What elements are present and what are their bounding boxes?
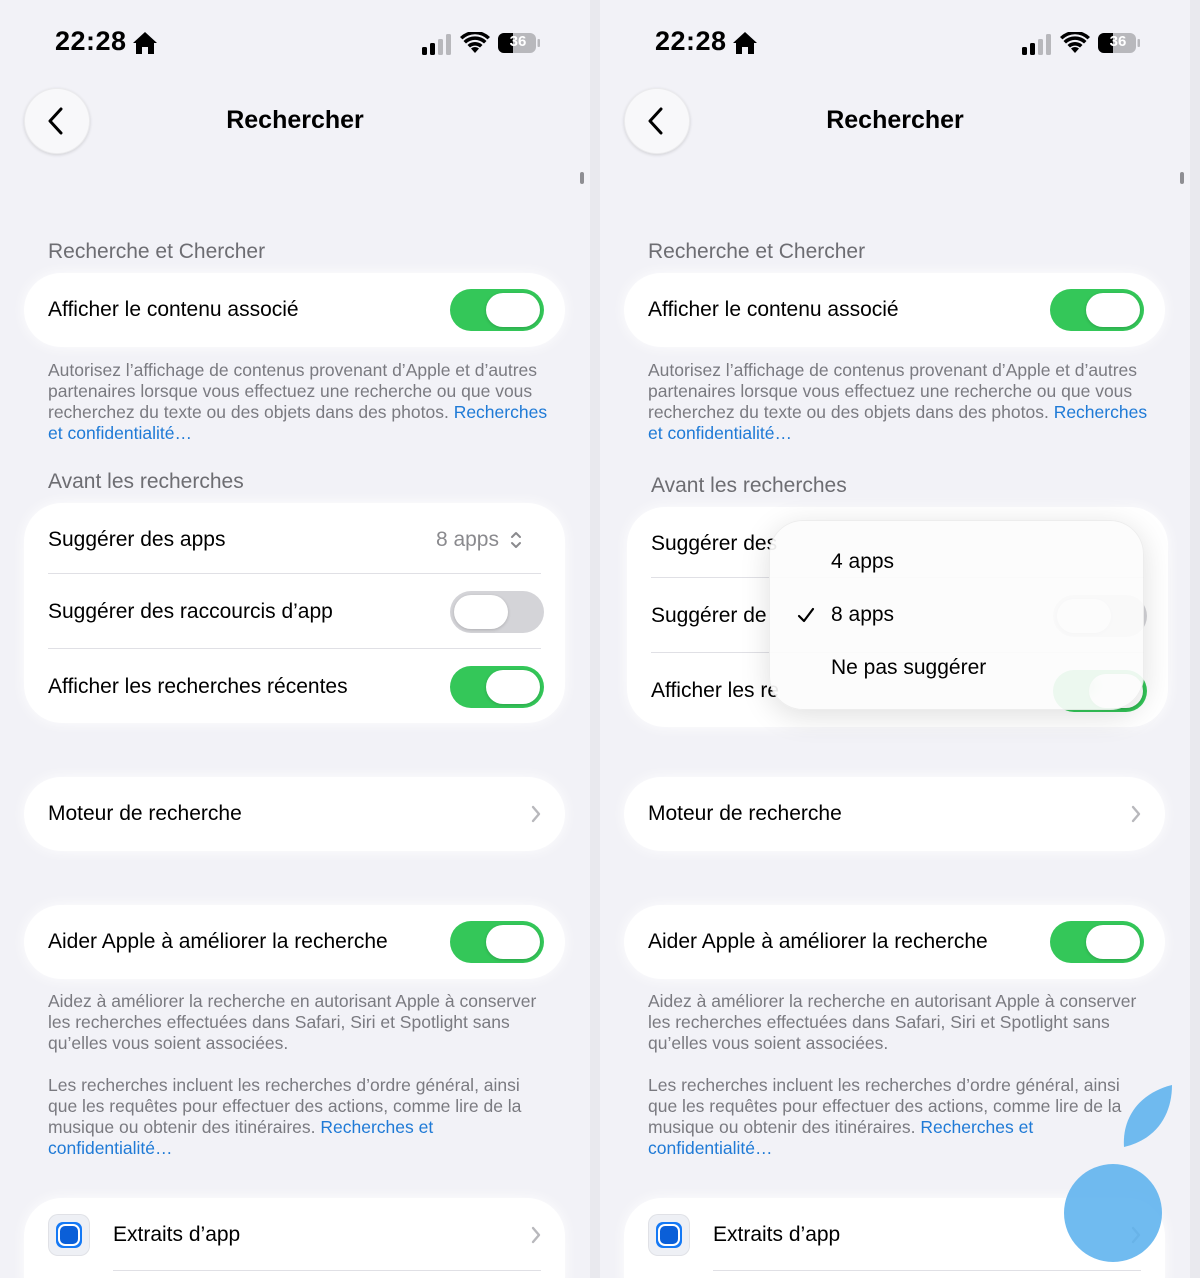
status-time: 22:28 — [55, 26, 127, 56]
related-footer: Autorisez l’affichage de contenus proven… — [648, 360, 1148, 444]
help-apple-toggle[interactable] — [1050, 921, 1144, 963]
row-recent-searches: Afficher les recherches récentes — [24, 650, 565, 724]
row-search-engine[interactable]: Moteur de recherche — [624, 777, 1165, 851]
chevron-right-icon — [531, 1226, 541, 1244]
show-related-toggle[interactable] — [450, 289, 544, 331]
section-header-before: Avant les recherches — [651, 474, 847, 497]
chevron-right-icon — [531, 805, 541, 823]
row-separator — [48, 573, 541, 574]
show-related-label: Afficher le contenu associé — [648, 298, 899, 321]
section-header-search: Recherche et Chercher — [648, 240, 866, 263]
help-footer-2: Les recherches incluent les recherches d… — [48, 1075, 548, 1159]
help-footer-2-text: Les recherches incluent les recherches d… — [648, 1075, 1122, 1137]
app-extracts-label: Extraits d’app — [713, 1223, 841, 1246]
row-show-related: Afficher le contenu associé — [24, 273, 565, 347]
settings-screen-left: 22:28 36 Rechercher Recherche et Cherche… — [0, 0, 590, 1278]
app-extracts-icon — [648, 1214, 690, 1256]
suggest-shortcuts-label: Suggérer des raccourcis d’app — [48, 600, 333, 623]
card-app-extracts: Extraits d’app — [24, 1198, 565, 1278]
popup-option-none[interactable]: Ne pas suggérer — [769, 642, 1144, 694]
suggest-apps-label-truncated: Suggérer des — [651, 532, 778, 555]
row-separator — [713, 1270, 1141, 1271]
row-search-engine[interactable]: Moteur de recherche — [24, 777, 565, 851]
section-header-before: Avant les recherches — [48, 470, 244, 493]
wifi-icon — [460, 32, 490, 53]
card-help-apple: Aider Apple à améliorer la recherche — [24, 905, 565, 979]
help-apple-label: Aider Apple à améliorer la recherche — [648, 930, 988, 953]
row-suggest-apps[interactable]: Suggérer des apps 8 apps — [24, 503, 565, 577]
card-search-engine: Moteur de recherche — [24, 777, 565, 851]
toggle-knob — [486, 925, 540, 959]
signal-icon — [422, 34, 451, 55]
toggle-knob — [1086, 925, 1140, 959]
help-apple-label: Aider Apple à améliorer la recherche — [48, 930, 388, 953]
chevron-right-icon — [1131, 805, 1141, 823]
scroll-indicator[interactable] — [1180, 172, 1184, 184]
help-footer-2-text: Les recherches incluent les recherches d… — [48, 1075, 522, 1137]
row-help-apple: Aider Apple à améliorer la recherche — [24, 905, 565, 979]
status-time: 22:28 — [655, 26, 727, 56]
popup-option-8-apps[interactable]: 8 apps — [769, 589, 1144, 641]
battery-level: 36 — [1109, 33, 1127, 50]
touch-indicator — [1064, 1164, 1162, 1262]
search-engine-label: Moteur de recherche — [48, 802, 242, 825]
checkmark-icon — [797, 607, 815, 623]
app-extracts-label: Extraits d’app — [113, 1223, 241, 1246]
signal-icon — [1022, 34, 1051, 55]
toggle-knob — [454, 595, 508, 629]
battery-level: 36 — [509, 33, 527, 50]
row-app-extracts[interactable]: Extraits d’app — [24, 1198, 565, 1272]
scroll-indicator[interactable] — [580, 172, 584, 184]
card-related-content: Afficher le contenu associé — [624, 273, 1165, 347]
recent-searches-label-truncated: Afficher les re — [651, 679, 779, 702]
help-footer-1: Aidez à améliorer la recherche en autori… — [648, 991, 1137, 1053]
card-related-content: Afficher le contenu associé — [24, 273, 565, 347]
popup-option-label: Ne pas suggérer — [831, 656, 987, 679]
recent-searches-label: Afficher les recherches récentes — [48, 675, 348, 698]
related-footer: Autorisez l’affichage de contenus proven… — [48, 360, 548, 444]
toggle-knob — [486, 670, 540, 704]
page-title: Rechercher — [226, 106, 364, 134]
toggle-knob — [1086, 293, 1140, 327]
row-separator — [48, 648, 541, 649]
suggest-apps-label: Suggérer des apps — [48, 528, 226, 551]
popup-option-label: 8 apps — [831, 603, 895, 626]
screens: 22:28 36 Rechercher Recherche et Cherche… — [0, 0, 1200, 1278]
app-extracts-icon — [48, 1214, 90, 1256]
show-related-label: Afficher le contenu associé — [48, 298, 299, 321]
toggle-knob — [486, 293, 540, 327]
recent-searches-toggle[interactable] — [450, 666, 544, 708]
suggest-apps-value: 8 apps — [435, 528, 499, 551]
help-footer-1: Aidez à améliorer la recherche en autori… — [48, 991, 537, 1053]
touch-trail-indicator — [1123, 1085, 1172, 1147]
row-separator — [113, 1270, 541, 1271]
page-title: Rechercher — [826, 106, 964, 134]
suggest-apps-popup-menu: 4 apps 8 apps Ne pas suggérer — [769, 520, 1144, 710]
card-search-engine: Moteur de recherche — [624, 777, 1165, 851]
card-before-search: Suggérer des apps 8 apps Suggérer des ra… — [24, 503, 565, 723]
home-icon — [133, 32, 157, 54]
popup-option-4-apps[interactable]: 4 apps — [769, 536, 1144, 588]
row-suggest-shortcuts: Suggérer des raccourcis d’app — [24, 575, 565, 649]
show-related-toggle[interactable] — [1050, 289, 1144, 331]
help-footer-2: Les recherches incluent les recherches d… — [648, 1075, 1148, 1159]
suggest-shortcuts-label-truncated: Suggérer de — [651, 604, 767, 627]
wifi-icon — [1060, 32, 1090, 53]
suggest-shortcuts-toggle[interactable] — [450, 591, 544, 633]
home-icon — [733, 32, 757, 54]
section-header-search: Recherche et Chercher — [48, 240, 266, 263]
search-engine-label: Moteur de recherche — [648, 802, 842, 825]
card-help-apple: Aider Apple à améliorer la recherche — [624, 905, 1165, 979]
help-apple-toggle[interactable] — [450, 921, 544, 963]
popup-option-label: 4 apps — [831, 550, 895, 573]
row-show-related: Afficher le contenu associé — [624, 273, 1165, 347]
updown-chevron-icon — [511, 532, 521, 548]
row-help-apple: Aider Apple à améliorer la recherche — [624, 905, 1165, 979]
